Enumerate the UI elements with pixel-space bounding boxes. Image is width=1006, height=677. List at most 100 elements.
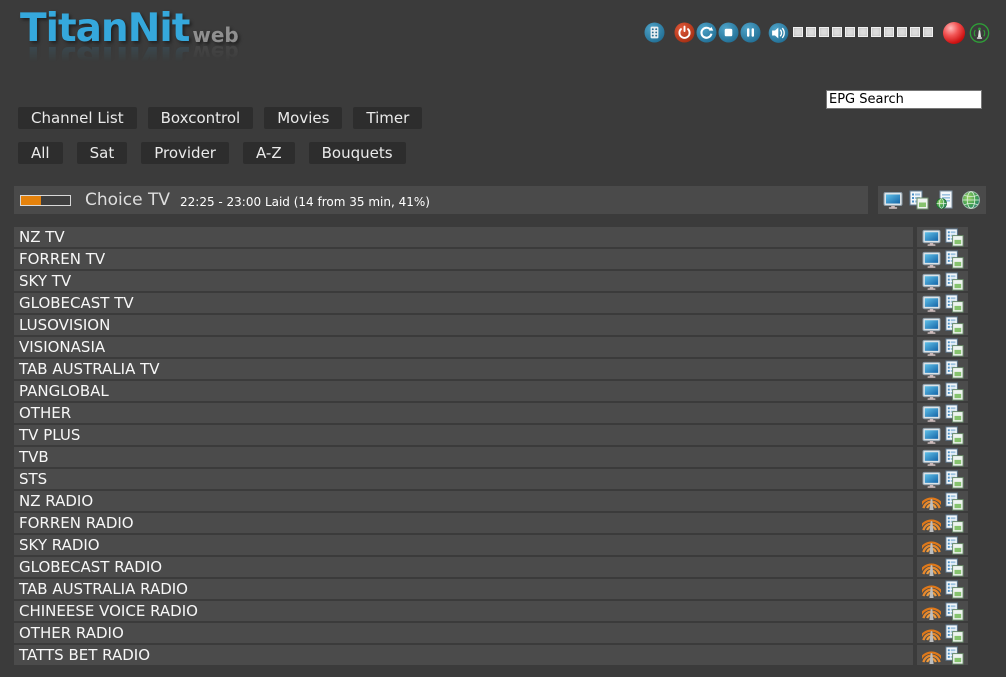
radio-icon[interactable] [922,514,941,533]
channel-row-main[interactable]: LUSOVISION [14,315,913,335]
volume-segment[interactable] [793,27,803,37]
radio-icon[interactable] [922,536,941,555]
channel-row-main[interactable]: NZ TV [14,227,913,247]
volume-segment[interactable] [858,27,868,37]
epg-copy-icon[interactable] [945,558,964,577]
radio-icon[interactable] [922,492,941,511]
epg-copy-icon[interactable] [945,316,964,335]
channel-row-main[interactable]: GLOBECAST RADIO [14,557,913,577]
stream-antenna-icon[interactable] [969,22,990,43]
radio-icon[interactable] [922,580,941,599]
tv-icon[interactable] [922,470,941,489]
tv-icon[interactable] [922,316,941,335]
filter-all-button[interactable]: All [18,142,63,164]
filter-sat-button[interactable]: Sat [77,142,128,164]
channel-row-main[interactable]: NZ RADIO [14,491,913,511]
channel-row-main[interactable]: VISIONASIA [14,337,913,357]
epg-search [826,88,982,109]
nav-boxcontrol-button[interactable]: Boxcontrol [148,107,254,129]
remote-keypad-icon[interactable] [644,22,665,43]
tv-icon[interactable] [922,448,941,467]
channel-row: TAB AUSTRALIA TV [14,359,968,379]
channel-row-main[interactable]: TAB AUSTRALIA TV [14,359,913,379]
radio-icon[interactable] [922,646,941,665]
tv-stream-icon[interactable] [883,190,903,210]
filter-bouquets-button[interactable]: Bouquets [309,142,406,164]
epg-copy-icon[interactable] [945,360,964,379]
epg-copy-icon[interactable] [945,250,964,269]
tv-icon[interactable] [922,250,941,269]
volume-segment[interactable] [897,27,907,37]
tv-icon[interactable] [922,228,941,247]
epg-copy-icon[interactable] [945,624,964,643]
epg-copy-icon[interactable] [945,272,964,291]
epg-search-input[interactable] [826,90,982,109]
pause-icon[interactable] [740,22,761,43]
tv-icon[interactable] [922,338,941,357]
volume-speaker-icon[interactable] [768,22,789,43]
tv-icon[interactable] [922,294,941,313]
channel-row: VISIONASIA [14,337,968,357]
channel-row: LUSOVISION [14,315,968,335]
nav-movies-button[interactable]: Movies [264,107,342,129]
radio-icon[interactable] [922,558,941,577]
volume-segment[interactable] [871,27,881,37]
channel-row-main[interactable]: TVB [14,447,913,467]
volume-segment[interactable] [910,27,920,37]
channel-row-main[interactable]: CHINEESE VOICE RADIO [14,601,913,621]
volume-segment[interactable] [819,27,829,37]
volume-segment[interactable] [845,27,855,37]
osd-shot-icon[interactable] [909,190,929,210]
volume-segment[interactable] [884,27,894,37]
tv-icon[interactable] [922,382,941,401]
epg-copy-icon[interactable] [945,426,964,445]
channel-row-main[interactable]: STS [14,469,913,489]
channel-row-main[interactable]: TV PLUS [14,425,913,445]
volume-segment[interactable] [832,27,842,37]
channel-row: TAB AUSTRALIA RADIO [14,579,968,599]
channel-row-main[interactable]: FORREN TV [14,249,913,269]
tv-icon[interactable] [922,272,941,291]
channel-row-main[interactable]: OTHER RADIO [14,623,913,643]
progress-bar [20,195,71,206]
epg-copy-icon[interactable] [945,404,964,423]
epg-copy-icon[interactable] [945,580,964,599]
power-icon[interactable] [674,22,695,43]
web-globe-icon[interactable] [961,190,981,210]
channel-row-actions [917,601,968,621]
reload-icon[interactable] [696,22,717,43]
epg-copy-icon[interactable] [945,514,964,533]
channel-row-main[interactable]: TATTS BET RADIO [14,645,913,665]
epg-copy-icon[interactable] [945,228,964,247]
tv-icon[interactable] [922,360,941,379]
tv-icon[interactable] [922,426,941,445]
filter-az-button[interactable]: A-Z [243,142,295,164]
channel-row-main[interactable]: FORREN RADIO [14,513,913,533]
channel-row-main[interactable]: TAB AUSTRALIA RADIO [14,579,913,599]
radio-icon[interactable] [922,602,941,621]
epg-copy-icon[interactable] [945,382,964,401]
epg-copy-icon[interactable] [945,602,964,621]
stop-icon[interactable] [718,22,739,43]
channel-row: GLOBECAST TV [14,293,968,313]
nav-channel-list-button[interactable]: Channel List [18,107,137,129]
epg-copy-icon[interactable] [945,536,964,555]
epg-page-icon[interactable] [935,190,955,210]
tv-icon[interactable] [922,404,941,423]
epg-copy-icon[interactable] [945,338,964,357]
epg-copy-icon[interactable] [945,492,964,511]
channel-row-main[interactable]: SKY TV [14,271,913,291]
channel-row-main[interactable]: GLOBECAST TV [14,293,913,313]
epg-copy-icon[interactable] [945,294,964,313]
filter-provider-button[interactable]: Provider [141,142,229,164]
channel-row-main[interactable]: PANGLOBAL [14,381,913,401]
nav-timer-button[interactable]: Timer [353,107,422,129]
radio-icon[interactable] [922,624,941,643]
channel-row-main[interactable]: SKY RADIO [14,535,913,555]
epg-copy-icon[interactable] [945,470,964,489]
channel-row-main[interactable]: OTHER [14,403,913,423]
epg-copy-icon[interactable] [945,448,964,467]
volume-segment[interactable] [806,27,816,37]
epg-copy-icon[interactable] [945,646,964,665]
volume-segment[interactable] [923,27,933,37]
